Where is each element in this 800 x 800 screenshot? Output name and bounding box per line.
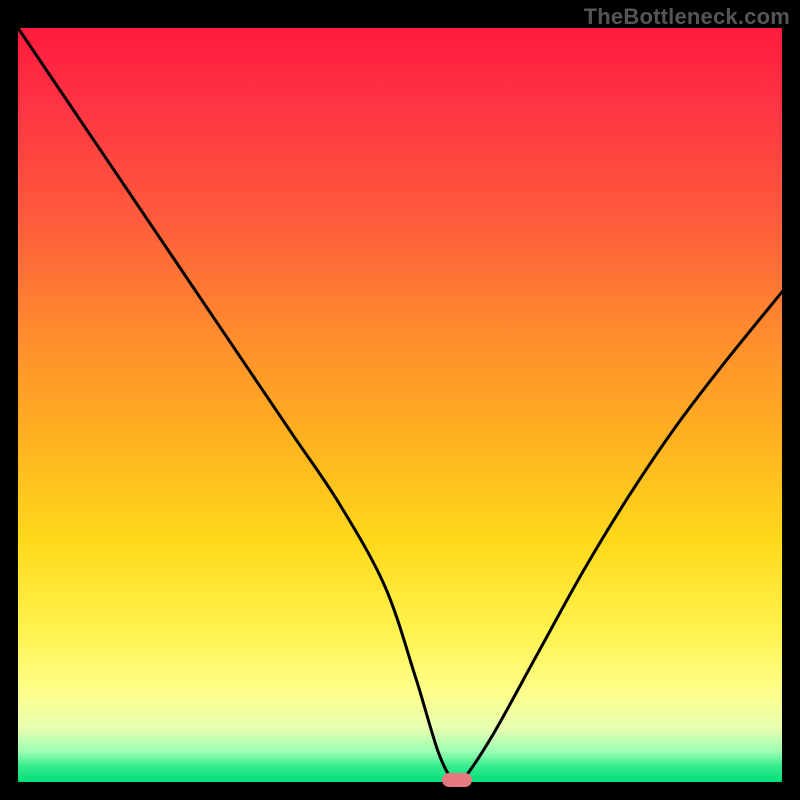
chart-frame: TheBottleneck.com	[0, 0, 800, 800]
plot-area	[18, 28, 782, 782]
watermark-text: TheBottleneck.com	[584, 4, 790, 30]
curve-svg	[18, 28, 782, 782]
bottleneck-curve-path	[18, 28, 782, 782]
optimal-marker	[442, 773, 472, 787]
